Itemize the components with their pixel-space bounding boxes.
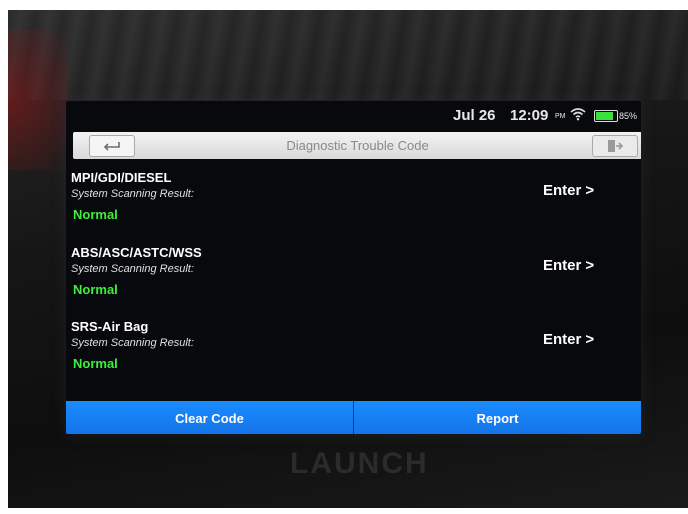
action-bar: Clear Code Report: [66, 401, 641, 434]
exit-button[interactable]: [592, 135, 638, 157]
device-screen: Jul 26 12:09 PM 85% Diagnostic Trouble C…: [66, 101, 641, 434]
status-ampm: PM: [555, 113, 566, 120]
bezel-reflection: [8, 10, 688, 100]
enter-label: Enter: [543, 257, 582, 274]
chevron-right-icon: >: [585, 257, 595, 274]
ambient-glow: [8, 30, 68, 170]
system-status: Normal: [73, 207, 118, 222]
status-bar: Jul 26 12:09 PM 85%: [66, 101, 641, 127]
report-button[interactable]: Report: [354, 401, 641, 434]
system-name: MPI/GDI/DIESEL: [71, 170, 172, 185]
enter-label: Enter: [543, 331, 582, 348]
system-scan-label: System Scanning Result:: [71, 188, 194, 200]
wifi-icon: [570, 108, 586, 121]
system-row-mpi-gdi-diesel: MPI/GDI/DIESEL System Scanning Result: N…: [66, 170, 641, 238]
system-row-srs-air-bag: SRS-Air Bag System Scanning Result: Norm…: [66, 319, 641, 387]
device-frame: Jul 26 12:09 PM 85% Diagnostic Trouble C…: [8, 10, 688, 508]
chevron-right-icon: >: [585, 331, 595, 348]
system-row-abs-asc-astc-wss: ABS/ASC/ASTC/WSS System Scanning Result:…: [66, 245, 641, 313]
clear-code-button[interactable]: Clear Code: [66, 401, 353, 434]
battery-percent: 85%: [619, 111, 638, 121]
brand-logo: LAUNCH: [290, 447, 429, 480]
enter-button[interactable]: Enter >: [543, 331, 594, 348]
page-title: Diagnostic Trouble Code: [286, 138, 429, 153]
enter-button[interactable]: Enter >: [543, 257, 594, 274]
system-status: Normal: [73, 282, 118, 297]
system-scan-label: System Scanning Result:: [71, 263, 194, 275]
enter-label: Enter: [543, 182, 582, 199]
system-name: ABS/ASC/ASTC/WSS: [71, 245, 202, 260]
title-bar: Diagnostic Trouble Code: [73, 132, 641, 159]
system-name: SRS-Air Bag: [71, 319, 149, 334]
chevron-right-icon: >: [585, 182, 595, 199]
status-date: Jul 26: [453, 107, 496, 124]
enter-button[interactable]: Enter >: [543, 182, 594, 199]
system-scan-label: System Scanning Result:: [71, 337, 194, 349]
battery-icon: [594, 110, 618, 122]
system-status: Normal: [73, 356, 118, 371]
exit-icon: [608, 140, 624, 152]
status-time: 12:09: [510, 107, 549, 124]
battery-level-fill: [596, 112, 613, 120]
